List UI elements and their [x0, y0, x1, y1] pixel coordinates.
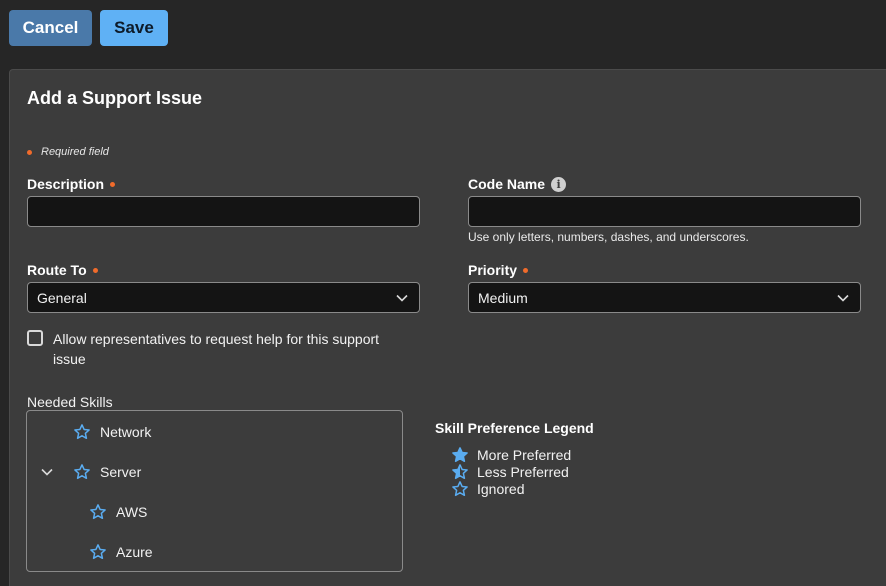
save-button[interactable]: Save: [100, 10, 168, 46]
tree-item-label: AWS: [116, 504, 148, 520]
chevron-down-icon[interactable]: [40, 465, 54, 479]
required-dot-icon: [92, 267, 98, 273]
priority-select[interactable]: Medium: [468, 282, 861, 313]
star-outline-icon: [452, 481, 468, 497]
route-to-label-text: Route To: [27, 262, 87, 278]
priority-label-text: Priority: [468, 262, 518, 278]
chevron-down-icon: [396, 294, 408, 302]
legend-item-less-preferred: Less Preferred: [451, 463, 569, 481]
star-outline-icon[interactable]: [73, 423, 91, 441]
legend-label: Ignored: [477, 481, 525, 497]
code-name-input[interactable]: [468, 196, 861, 227]
required-dot-icon: [27, 149, 32, 155]
cancel-button[interactable]: Cancel: [9, 10, 92, 46]
required-note: Required field: [27, 146, 109, 158]
star-outline-icon[interactable]: [89, 543, 107, 561]
legend-label: Less Preferred: [477, 464, 569, 480]
needed-skills-label: Needed Skills: [27, 394, 113, 410]
legend-item-more-preferred: More Preferred: [451, 446, 571, 464]
star-half-icon: [452, 464, 468, 480]
star-outline-icon[interactable]: [89, 503, 107, 521]
tree-item-network[interactable]: Network: [73, 423, 151, 441]
star-filled-icon: [452, 447, 468, 463]
required-dot-icon: [523, 267, 529, 273]
route-to-value: General: [37, 289, 87, 306]
required-note-text: Required field: [41, 146, 109, 158]
top-toolbar: Cancel Save: [0, 0, 886, 60]
tree-item-label: Network: [100, 424, 152, 440]
form-panel: Add a Support Issue Required field Descr…: [9, 69, 886, 586]
skills-tree: Network Server AWS Azure: [26, 410, 403, 572]
code-name-label-text: Code Name: [468, 176, 546, 192]
tree-item-azure[interactable]: Azure: [89, 543, 153, 561]
form-title: Add a Support Issue: [27, 88, 203, 108]
priority-value: Medium: [478, 289, 528, 306]
allow-help-checkbox[interactable]: [27, 330, 43, 346]
tree-item-label: Azure: [116, 544, 153, 560]
allow-help-label[interactable]: Allow representatives to request help fo…: [53, 329, 413, 369]
legend-label: More Preferred: [477, 447, 572, 463]
priority-label: Priority: [468, 262, 529, 278]
tree-item-aws[interactable]: AWS: [89, 503, 147, 521]
legend-title: Skill Preference Legend: [435, 420, 594, 436]
description-input[interactable]: [27, 196, 420, 227]
route-to-label: Route To: [27, 262, 98, 278]
description-label-text: Description: [27, 176, 105, 192]
tree-item-server[interactable]: Server: [73, 463, 141, 481]
tree-item-label: Server: [100, 464, 142, 480]
code-name-hint: Use only letters, numbers, dashes, and u…: [468, 230, 749, 244]
star-outline-icon[interactable]: [73, 463, 91, 481]
required-dot-icon: [110, 181, 116, 187]
info-icon[interactable]: i: [551, 176, 567, 192]
legend-item-ignored: Ignored: [451, 480, 524, 498]
description-label: Description: [27, 176, 116, 192]
chevron-down-icon: [837, 294, 849, 302]
route-to-select[interactable]: General: [27, 282, 420, 313]
code-name-label: Code Name i: [468, 176, 567, 192]
